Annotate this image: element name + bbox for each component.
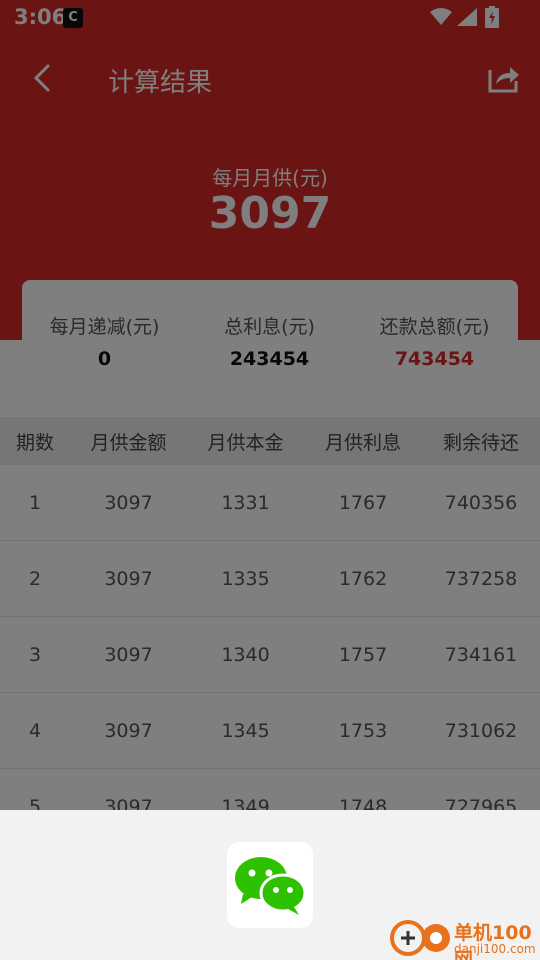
watermark-logo-icon xyxy=(390,920,450,956)
wechat-icon xyxy=(235,857,307,915)
watermark: 单机100网 danji100.com xyxy=(388,914,540,960)
dim-overlay[interactable] xyxy=(0,0,540,810)
watermark-url: danji100.com xyxy=(454,942,536,956)
app-screen: 3:06 C 计算结果 每月月供(元) 3097 每月递减(元) 0 总利息(元… xyxy=(0,0,540,960)
share-wechat-button[interactable] xyxy=(227,842,313,928)
